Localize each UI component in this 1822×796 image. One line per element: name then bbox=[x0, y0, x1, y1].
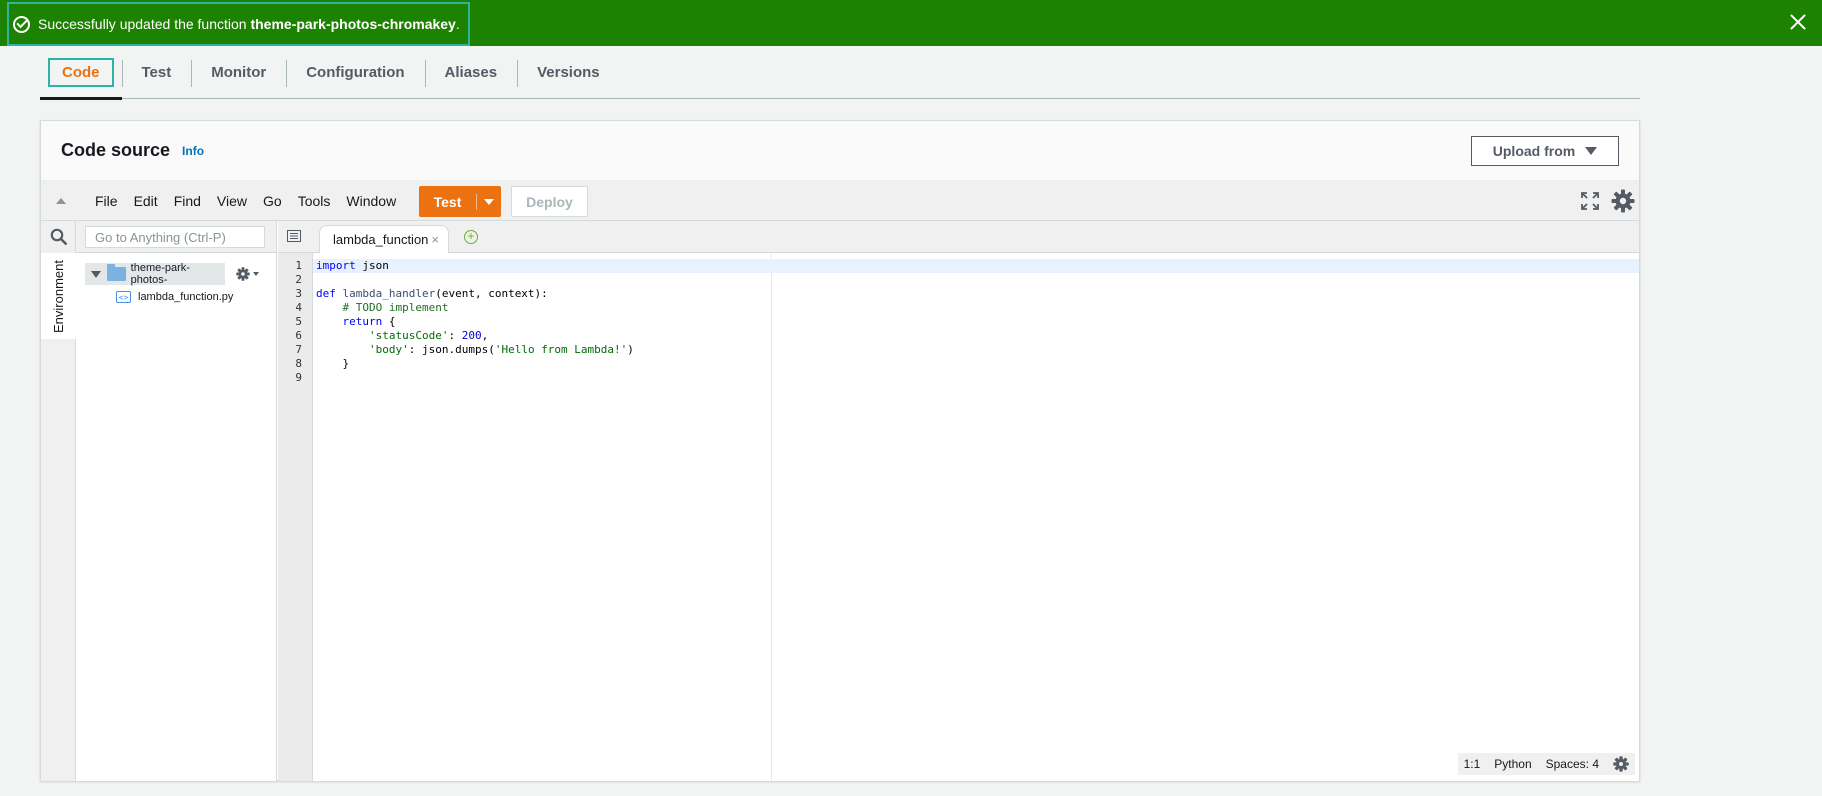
line-number: 9 bbox=[295, 371, 302, 384]
code-text-area[interactable]: import json def lambda_handler(event, co… bbox=[313, 253, 1639, 781]
indent-setting[interactable]: Spaces: 4 bbox=[1546, 757, 1599, 771]
tab-versions-label: Versions bbox=[537, 63, 600, 81]
line-number: 3 bbox=[295, 287, 302, 300]
language-mode[interactable]: Python bbox=[1494, 757, 1531, 771]
code-line: def lambda_handler(event, context): bbox=[316, 287, 548, 300]
line-number: 2 bbox=[295, 273, 302, 286]
menu-go[interactable]: Go bbox=[255, 193, 290, 209]
line-number: 5 bbox=[295, 315, 302, 328]
environment-label: Environment bbox=[51, 259, 67, 333]
tab-configuration-label: Configuration bbox=[306, 63, 405, 81]
add-tab-icon[interactable]: + bbox=[464, 230, 478, 244]
line-number: 1 bbox=[295, 259, 302, 272]
cursor-position[interactable]: 1:1 bbox=[1464, 757, 1481, 771]
upload-from-button[interactable]: Upload from bbox=[1471, 136, 1619, 166]
goto-bar bbox=[76, 221, 276, 253]
deploy-button[interactable]: Deploy bbox=[511, 186, 588, 217]
file-tree: theme-park-photos- <> bbox=[76, 221, 277, 781]
gear-icon[interactable] bbox=[1613, 756, 1629, 772]
flash-prefix: Successfully updated the function bbox=[38, 16, 251, 32]
tab-monitor[interactable]: Monitor bbox=[191, 46, 286, 99]
folder-icon bbox=[107, 264, 126, 281]
line-number: 7 bbox=[295, 343, 302, 356]
tab-configuration[interactable]: Configuration bbox=[286, 46, 424, 99]
environment-tab[interactable]: Environment bbox=[41, 253, 76, 339]
fullscreen-icon[interactable] bbox=[1581, 192, 1599, 210]
ide-left-rail: Environment bbox=[41, 221, 76, 781]
folder-item[interactable]: theme-park-photos- bbox=[85, 262, 225, 286]
flash-text: Successfully updated the function theme-… bbox=[38, 16, 460, 32]
menu-view[interactable]: View bbox=[209, 193, 255, 209]
caret-down-icon bbox=[1585, 147, 1598, 155]
tab-aliases[interactable]: Aliases bbox=[424, 46, 518, 99]
editor-tab-label: lambda_function bbox=[333, 232, 429, 247]
close-tab-icon[interactable]: × bbox=[431, 232, 439, 247]
tab-aliases-label: Aliases bbox=[444, 63, 498, 81]
tree-settings[interactable] bbox=[236, 265, 262, 283]
tab-versions[interactable]: Versions bbox=[517, 46, 620, 99]
chevron-down-icon bbox=[253, 272, 259, 276]
file-name: lambda_function.py bbox=[138, 291, 234, 303]
code-line: 'body': json.dumps('Hello from Lambda!') bbox=[368, 343, 634, 356]
tab-code-label: Code bbox=[48, 57, 114, 87]
editor-file-tab[interactable]: lambda_function × bbox=[319, 225, 449, 253]
flash-function-name: theme-park-photos-chromakey bbox=[250, 16, 456, 32]
line-number: 6 bbox=[295, 329, 302, 342]
tab-monitor-label: Monitor bbox=[211, 63, 267, 81]
tab-code[interactable]: Code bbox=[40, 46, 122, 100]
tab-list-icon[interactable] bbox=[287, 230, 301, 242]
flash-suffix: . bbox=[455, 16, 460, 32]
editor-tab-bar: lambda_function × + bbox=[278, 221, 1639, 253]
file-item[interactable]: <> lambda_function.py bbox=[116, 287, 233, 307]
search-icon[interactable] bbox=[50, 228, 68, 246]
test-button[interactable]: Test bbox=[419, 186, 501, 217]
code-line: 'statusCode': 200, bbox=[368, 329, 489, 342]
code-line: return { bbox=[342, 315, 396, 328]
code-line: } bbox=[316, 357, 350, 370]
code-line: import json bbox=[313, 259, 1639, 273]
success-flash-banner: Successfully updated the function theme-… bbox=[0, 0, 1822, 46]
caret-down-icon bbox=[484, 198, 494, 205]
upload-from-label: Upload from bbox=[1492, 143, 1576, 159]
collapse-caret-icon[interactable] bbox=[56, 198, 66, 204]
line-number: 8 bbox=[295, 357, 302, 370]
menu-window[interactable]: Window bbox=[338, 193, 404, 209]
gear-icon bbox=[236, 267, 250, 281]
code-line: # TODO implement bbox=[342, 301, 449, 314]
code-source-panel: Code source Info Upload from File Edit F… bbox=[40, 120, 1640, 781]
ide-menubar: File Edit Find View Go Tools Window Test… bbox=[41, 181, 1639, 221]
menu-tools[interactable]: Tools bbox=[290, 193, 339, 209]
test-button-label: Test bbox=[419, 193, 477, 210]
panel-title: Code source bbox=[61, 140, 171, 160]
menu-find[interactable]: Find bbox=[166, 193, 209, 209]
gear-icon[interactable] bbox=[1611, 189, 1635, 213]
close-icon[interactable] bbox=[1788, 12, 1808, 32]
tab-test-label: Test bbox=[141, 63, 172, 81]
menu-file[interactable]: File bbox=[87, 193, 126, 209]
code-editor: lambda_function × + 1 2 3 4 5 6 7 8 9 im… bbox=[278, 221, 1639, 781]
tab-test[interactable]: Test bbox=[121, 46, 192, 99]
ide-menu: File Edit Find View Go Tools Window bbox=[87, 181, 404, 221]
flash-message: Successfully updated the function theme-… bbox=[7, 2, 470, 46]
chevron-down-icon[interactable] bbox=[91, 270, 101, 278]
success-check-icon bbox=[13, 15, 30, 33]
panel-header: Code source Info Upload from bbox=[41, 121, 1639, 181]
goto-anything-input[interactable] bbox=[85, 226, 265, 248]
editor-statusbar: 1:1 Python Spaces: 4 bbox=[1457, 753, 1635, 775]
info-link[interactable]: Info bbox=[182, 144, 204, 158]
test-dropdown[interactable] bbox=[477, 198, 501, 205]
folder-name: theme-park-photos- bbox=[130, 262, 190, 286]
line-gutter: 1 2 3 4 5 6 7 8 9 bbox=[278, 253, 313, 781]
line-number: 4 bbox=[295, 301, 302, 314]
python-file-icon: <> bbox=[116, 291, 131, 303]
menu-edit[interactable]: Edit bbox=[126, 193, 166, 209]
function-tabs: Code Test Monitor Configuration Aliases … bbox=[40, 46, 1640, 100]
